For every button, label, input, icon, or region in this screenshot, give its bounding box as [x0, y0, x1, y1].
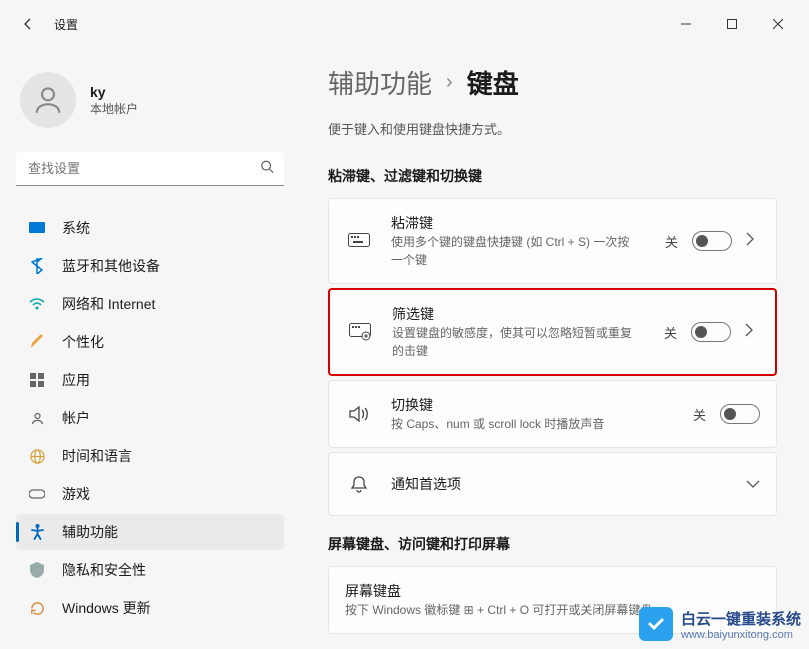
- account-icon: [28, 411, 46, 426]
- content-area: 辅助功能 › 键盘 便于键入和使用键盘快捷方式。 粘滞键、过滤键和切换键 粘滞键…: [300, 48, 809, 649]
- search-icon: [260, 160, 274, 179]
- card-title: 屏幕键盘: [345, 581, 760, 601]
- breadcrumb-parent[interactable]: 辅助功能: [328, 64, 432, 101]
- card-subtitle: 使用多个键的键盘快捷键 (如 Ctrl + S) 一次按一个键: [391, 233, 631, 269]
- sticky-keys-toggle[interactable]: [692, 231, 732, 251]
- minimize-icon: [681, 19, 691, 29]
- accessibility-icon: [28, 524, 46, 540]
- gaming-icon: [28, 488, 46, 500]
- sidebar-item-label: 网络和 Internet: [62, 294, 155, 314]
- toggle-status: 关: [665, 232, 678, 251]
- notification-prefs-card[interactable]: 通知首选项: [328, 452, 777, 516]
- sidebar-item-accounts[interactable]: 帐户: [16, 400, 284, 436]
- search-container: [16, 152, 284, 186]
- user-name: ky: [90, 84, 138, 100]
- sidebar-item-label: Windows 更新: [62, 598, 151, 618]
- minimize-button[interactable]: [663, 8, 709, 40]
- close-button[interactable]: [755, 8, 801, 40]
- chevron-right-icon: ›: [446, 71, 453, 94]
- sidebar-item-label: 帐户: [62, 408, 90, 428]
- sidebar-item-label: 隐私和安全性: [62, 560, 146, 580]
- avatar: [20, 72, 76, 128]
- globe-icon: [28, 449, 46, 464]
- shield-icon: [28, 562, 46, 578]
- search-input[interactable]: [16, 152, 284, 186]
- toggle-keys-card[interactable]: 切换键 按 Caps、num 或 scroll lock 时播放声音 关: [328, 380, 777, 448]
- sidebar-item-network[interactable]: 网络和 Internet: [16, 286, 284, 322]
- breadcrumb-current: 键盘: [467, 64, 519, 101]
- sidebar-item-time-language[interactable]: 时间和语言: [16, 438, 284, 474]
- app-title: 设置: [54, 16, 78, 33]
- sidebar-item-label: 辅助功能: [62, 522, 118, 542]
- sidebar-item-system[interactable]: 系统: [16, 210, 284, 246]
- title-bar: 设置: [0, 0, 809, 48]
- sidebar-item-accessibility[interactable]: 辅助功能: [16, 514, 284, 550]
- nav-list: 系统 蓝牙和其他设备 网络和 Internet 个性化 应用 帐户: [16, 210, 284, 626]
- wifi-icon: [28, 298, 46, 310]
- maximize-icon: [727, 19, 737, 29]
- watermark-text: 白云一键重装系统: [681, 611, 801, 628]
- display-icon: [28, 222, 46, 234]
- sidebar-item-gaming[interactable]: 游戏: [16, 476, 284, 512]
- user-subtitle: 本地帐户: [90, 100, 138, 117]
- sidebar: ky 本地帐户 系统 蓝牙和其他设备 网络和 Internet: [0, 48, 300, 649]
- user-profile[interactable]: ky 本地帐户: [20, 72, 280, 128]
- card-title: 通知首选项: [391, 474, 746, 494]
- card-title: 切换键: [391, 395, 693, 415]
- toggle-keys-toggle[interactable]: [720, 404, 760, 424]
- section-title-keys: 粘滞键、过滤键和切换键: [328, 166, 777, 186]
- close-icon: [773, 19, 783, 29]
- sidebar-item-windows-update[interactable]: Windows 更新: [16, 590, 284, 626]
- toggle-status: 关: [664, 323, 677, 342]
- sidebar-item-label: 系统: [62, 218, 90, 238]
- card-subtitle: 按 Caps、num 或 scroll lock 时播放声音: [391, 415, 631, 433]
- card-title: 粘滞键: [391, 213, 665, 233]
- sticky-keys-card[interactable]: 粘滞键 使用多个键的键盘快捷键 (如 Ctrl + S) 一次按一个键 关: [328, 198, 777, 284]
- sidebar-item-bluetooth[interactable]: 蓝牙和其他设备: [16, 248, 284, 284]
- sound-icon: [345, 406, 373, 422]
- section-title-osk: 屏幕键盘、访问键和打印屏幕: [328, 534, 777, 554]
- toggle-status: 关: [693, 405, 706, 424]
- sidebar-item-label: 蓝牙和其他设备: [62, 256, 160, 276]
- window-controls: [663, 8, 801, 40]
- sidebar-item-label: 游戏: [62, 484, 90, 504]
- bell-icon: [345, 475, 373, 493]
- breadcrumb: 辅助功能 › 键盘: [328, 64, 777, 101]
- bluetooth-icon: [28, 258, 46, 274]
- keyboard-filter-icon: [346, 323, 374, 341]
- sidebar-item-label: 应用: [62, 370, 90, 390]
- brush-icon: [28, 334, 46, 350]
- person-icon: [31, 83, 65, 117]
- chevron-right-icon[interactable]: [746, 232, 760, 251]
- sidebar-item-privacy[interactable]: 隐私和安全性: [16, 552, 284, 588]
- filter-keys-toggle[interactable]: [691, 322, 731, 342]
- card-subtitle: 设置键盘的敏感度，使其可以忽略短暂或重复的击键: [392, 324, 632, 360]
- arrow-left-icon: [20, 16, 36, 32]
- page-description: 便于键入和使用键盘快捷方式。: [328, 119, 777, 138]
- filter-keys-card[interactable]: 筛选键 设置键盘的敏感度，使其可以忽略短暂或重复的击键 关: [328, 288, 777, 376]
- update-icon: [28, 601, 46, 616]
- sidebar-item-label: 时间和语言: [62, 446, 132, 466]
- apps-icon: [28, 373, 46, 387]
- card-title: 筛选键: [392, 304, 664, 324]
- sidebar-item-personalization[interactable]: 个性化: [16, 324, 284, 360]
- watermark-url: www.baiyunxitong.com: [681, 629, 801, 641]
- chevron-down-icon[interactable]: [746, 475, 760, 493]
- watermark-logo-icon: [639, 607, 673, 641]
- sidebar-item-apps[interactable]: 应用: [16, 362, 284, 398]
- chevron-right-icon[interactable]: [745, 323, 759, 342]
- back-button[interactable]: [8, 4, 48, 44]
- maximize-button[interactable]: [709, 8, 755, 40]
- keyboard-icon: [345, 233, 373, 249]
- sidebar-item-label: 个性化: [62, 332, 104, 352]
- watermark: 白云一键重装系统 www.baiyunxitong.com: [639, 607, 801, 641]
